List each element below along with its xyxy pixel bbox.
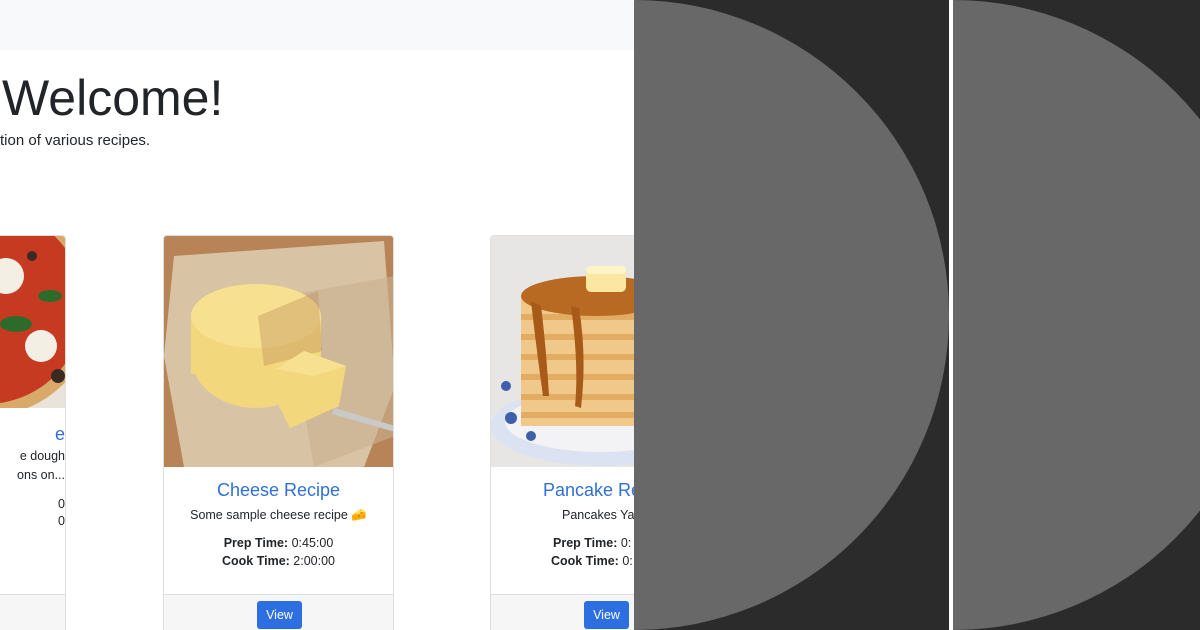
card-footer: View bbox=[164, 594, 393, 630]
half-circle-shape bbox=[953, 0, 1200, 630]
card-description: Some sample cheese recipe 🧀 bbox=[190, 508, 367, 522]
prep-time: Prep Time: 0: bbox=[553, 536, 634, 550]
pancake-image bbox=[491, 236, 634, 467]
cook-time-value: 0: bbox=[622, 554, 633, 568]
recipe-card-pancake: Pancake Re Pancakes Yay Prep Time: 0: Co… bbox=[490, 235, 634, 630]
card-description: Pancakes Yay bbox=[562, 508, 634, 522]
cook-time-value: 2:00:00 bbox=[293, 554, 336, 568]
prep-time-label: Prep Time: bbox=[553, 536, 618, 550]
page-title: Welcome! bbox=[2, 70, 224, 126]
half-circle-shape bbox=[634, 0, 949, 630]
cook-time-value: 0 bbox=[58, 514, 65, 528]
view-button[interactable]: View bbox=[257, 601, 302, 629]
dark-panel-right bbox=[953, 0, 1200, 630]
prep-time-value: 0:45:00 bbox=[291, 536, 334, 550]
card-text-line1: e dough bbox=[19, 449, 65, 463]
navbar bbox=[0, 0, 634, 50]
card-footer bbox=[0, 594, 65, 630]
dark-panel-left bbox=[634, 0, 949, 630]
card-title-pancake[interactable]: Pancake Re bbox=[543, 480, 634, 501]
recipe-card-pizza: e e dough ons on... 0 0 bbox=[0, 235, 66, 630]
card-title-cheese[interactable]: Cheese Recipe bbox=[164, 480, 393, 501]
cook-time-label: Cook Time: bbox=[551, 554, 619, 568]
page-subtitle: tion of various recipes. bbox=[0, 132, 151, 149]
prep-time-value: 0: bbox=[620, 536, 632, 550]
recipe-web-page: Welcome! tion of various recipes. e e do… bbox=[0, 0, 634, 630]
view-button[interactable]: View bbox=[584, 601, 629, 629]
card-title[interactable]: e bbox=[0, 424, 65, 445]
cook-time: Cook Time: 0: bbox=[551, 554, 634, 568]
cheese-image bbox=[164, 236, 393, 467]
prep-time: Prep Time: 0:45:00 bbox=[164, 536, 393, 550]
recipe-card-cheese: Cheese Recipe Some sample cheese recipe … bbox=[163, 235, 394, 630]
card-footer: View bbox=[491, 594, 634, 630]
cook-time-label: Cook Time: bbox=[221, 554, 290, 568]
cook-time: Cook Time: 2:00:00 bbox=[164, 554, 393, 568]
prep-time-value: 0 bbox=[58, 497, 65, 511]
prep-time-label: Prep Time: bbox=[223, 536, 289, 550]
card-text-line2: ons on... bbox=[17, 468, 65, 482]
